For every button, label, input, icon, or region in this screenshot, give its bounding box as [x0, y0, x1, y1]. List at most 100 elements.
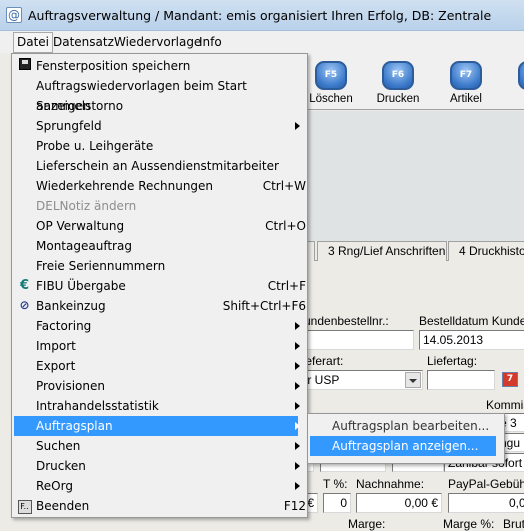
submenu-arrow-icon — [295, 322, 300, 330]
menu-item-fibu-übergabe[interactable]: € FIBU Übergabe Ctrl+F — [14, 276, 306, 296]
menu-item-fensterposition-speichern[interactable]: Fensterposition speichern — [14, 56, 298, 76]
menu-item-label: Probe u. Leihgeräte — [36, 139, 154, 153]
submenu-arrow-icon — [295, 462, 300, 470]
menu-item-provisionen[interactable]: Provisionen — [14, 376, 300, 396]
t-percent-label: T %: — [323, 477, 348, 491]
menu-item-label: Bankeinzug — [36, 299, 106, 313]
menu-bar: Datei Datensatz Wiedervorlage Info — [0, 31, 524, 53]
menu-item-label: Sprungfeld — [36, 119, 102, 133]
menu-info[interactable]: Info — [196, 34, 225, 50]
menu-item-label: Wiederkehrende Rechnungen — [36, 179, 214, 193]
menu-item-label: Suchen — [36, 439, 81, 453]
shortcut-label: Ctrl+O — [265, 219, 306, 233]
print-label: Drucken — [376, 93, 420, 105]
menu-item-wiederkehrende-rechnungen[interactable]: Wiederkehrende Rechnungen Ctrl+W — [14, 176, 306, 196]
menu-datei[interactable]: Datei — [13, 32, 54, 53]
menu-item-export[interactable]: Export — [14, 356, 300, 376]
bank-icon: ⊘ — [19, 298, 30, 312]
kundenbestellnr-input[interactable] — [290, 330, 414, 350]
calendar-icon[interactable]: 7 — [502, 372, 518, 387]
menu-item-beenden[interactable]: F.. Beenden F12 — [14, 496, 306, 516]
t-percent-input[interactable]: 0 — [323, 493, 351, 513]
datei-menu: Fensterposition speichern Auftragswiederv… — [11, 53, 308, 518]
menu-item-sammelstorno[interactable]: Sammelstorno — [14, 96, 298, 116]
article-label: Artikel — [450, 93, 482, 105]
menu-item-auftragswiedervorlagen-beim-start-anzeigen[interactable]: Auftragswiedervorlagen beim Start anzeig… — [14, 76, 298, 113]
menu-item-op-verwaltung[interactable]: OP Verwaltung Ctrl+O — [14, 216, 306, 236]
print-button[interactable]: F6 — [382, 61, 414, 90]
shortcut-label: Ctrl+F — [267, 279, 306, 293]
menu-item-bankeinzug[interactable]: ⊘ Bankeinzug Shift+Ctrl+F6 — [14, 296, 306, 316]
marge-label: Marge: — [348, 517, 386, 531]
shortcut-label: F12 — [283, 499, 306, 513]
nachnahme-label: Nachnahme: — [356, 477, 425, 491]
submenu-arrow-icon — [295, 422, 300, 430]
menu-item-label: DELNotiz ändern — [36, 199, 137, 213]
menu-item-suchen[interactable]: Suchen — [14, 436, 300, 456]
submenu-arrow-icon — [295, 122, 300, 130]
menu-item-label: FIBU Übergabe — [36, 279, 126, 293]
app-logo-icon: @ — [6, 7, 22, 23]
exit-icon: F.. — [17, 498, 32, 514]
menu-item-sprungfeld[interactable]: Sprungfeld — [14, 116, 300, 136]
paypal-input[interactable]: 0,00 — [448, 493, 524, 513]
nachnahme-input[interactable]: 0,00 € — [356, 493, 442, 513]
floppy-disk-icon — [17, 58, 32, 73]
chevron-down-icon[interactable] — [405, 372, 421, 388]
menu-item-import[interactable]: Import — [14, 336, 300, 356]
liefertag-input[interactable] — [427, 370, 495, 390]
menu-item-auftragsplan-anzeigen[interactable]: Auftragsplan anzeigen... — [310, 436, 496, 456]
lieferart-select[interactable]: per USP — [290, 370, 423, 390]
bestelldatum-label: Bestelldatum Kunde: — [419, 314, 524, 328]
menu-item-label: Export — [36, 359, 76, 373]
tab-rng-lief-anschriften[interactable]: 3 Rng/Lief Anschriften — [317, 241, 447, 261]
menu-item-intrahandelsstatistik[interactable]: Intrahandelsstatistik — [14, 396, 300, 416]
euro-icon: € — [19, 278, 30, 293]
shortcut-label: Ctrl+W — [262, 179, 306, 193]
menu-item-drucken[interactable]: Drucken — [14, 456, 300, 476]
toolbar-button-partial[interactable] — [518, 61, 524, 90]
menu-item-label: Montageauftrag — [36, 239, 132, 253]
liefertag-label: Liefertag: — [427, 354, 478, 368]
auftragsplan-submenu: Auftragsplan bearbeiten... Auftragsplan … — [307, 413, 505, 464]
tab-druckhistorie[interactable]: 4 Druckhisto — [448, 241, 524, 261]
title-bar: @ Auftragsverwaltung / Mandant: emis org… — [0, 0, 524, 31]
menu-item-delnotiz-ändern[interactable]: DELNotiz ändern — [14, 196, 298, 216]
delete-label: Löschen — [309, 93, 353, 105]
menu-item-montageauftrag[interactable]: Montageauftrag — [14, 236, 298, 256]
article-button[interactable]: F7 — [450, 61, 482, 90]
kommission-label: Kommis — [486, 398, 524, 412]
menu-item-label: Lieferschein an Aussendienstmitarbeiter — [36, 159, 279, 173]
submenu-arrow-icon — [295, 442, 300, 450]
menu-item-label: Auftragsplan — [36, 419, 113, 433]
menu-item-label: Drucken — [36, 459, 86, 473]
menu-item-label: Provisionen — [36, 379, 105, 393]
tab-bar: n 3 Rng/Lief Anschriften 4 Druckhisto — [290, 241, 524, 261]
menu-item-label: Import — [36, 339, 76, 353]
paypal-label: PayPal-Gebühr: — [448, 477, 524, 491]
menu-wiedervorlage[interactable]: Wiedervorlage — [111, 34, 204, 50]
submenu-arrow-icon — [295, 382, 300, 390]
menu-datensatz[interactable]: Datensatz — [50, 34, 117, 50]
bestelldatum-input[interactable]: 14.05.2013 — [419, 330, 524, 350]
menu-item-auftragsplan[interactable]: Auftragsplan — [14, 416, 300, 436]
menu-item-label: OP Verwaltung — [36, 219, 125, 233]
menu-item-factoring[interactable]: Factoring — [14, 316, 300, 336]
marge-percent-label: Marge %: — [443, 517, 495, 531]
menu-item-label: Intrahandelsstatistik — [36, 399, 159, 413]
delete-button[interactable]: F5 — [315, 61, 347, 90]
menu-item-freie-seriennummern[interactable]: Freie Seriennummern — [14, 256, 298, 276]
toolbar: F5 Löschen F6 Drucken F7 Artikel T — [307, 53, 524, 110]
brutto-label: Brutt — [503, 517, 524, 531]
menu-item-label: Beenden — [36, 499, 90, 513]
content-area — [307, 111, 524, 241]
shortcut-label: Shift+Ctrl+F6 — [222, 299, 306, 313]
menu-item-probe-u-leihgeräte[interactable]: Probe u. Leihgeräte — [14, 136, 298, 156]
submenu-arrow-icon — [295, 402, 300, 410]
menu-item-label: Freie Seriennummern — [36, 259, 166, 273]
menu-item-lieferschein-an-aussendienstmitarbeiter[interactable]: Lieferschein an Aussendienstmitarbeiter — [14, 156, 298, 176]
menu-item-label: ReOrg — [36, 479, 73, 493]
menu-item-label: Factoring — [36, 319, 92, 333]
menu-item-reorg[interactable]: ReOrg — [14, 476, 300, 496]
menu-item-auftragsplan-bearbeiten[interactable]: Auftragsplan bearbeiten... — [310, 416, 496, 436]
